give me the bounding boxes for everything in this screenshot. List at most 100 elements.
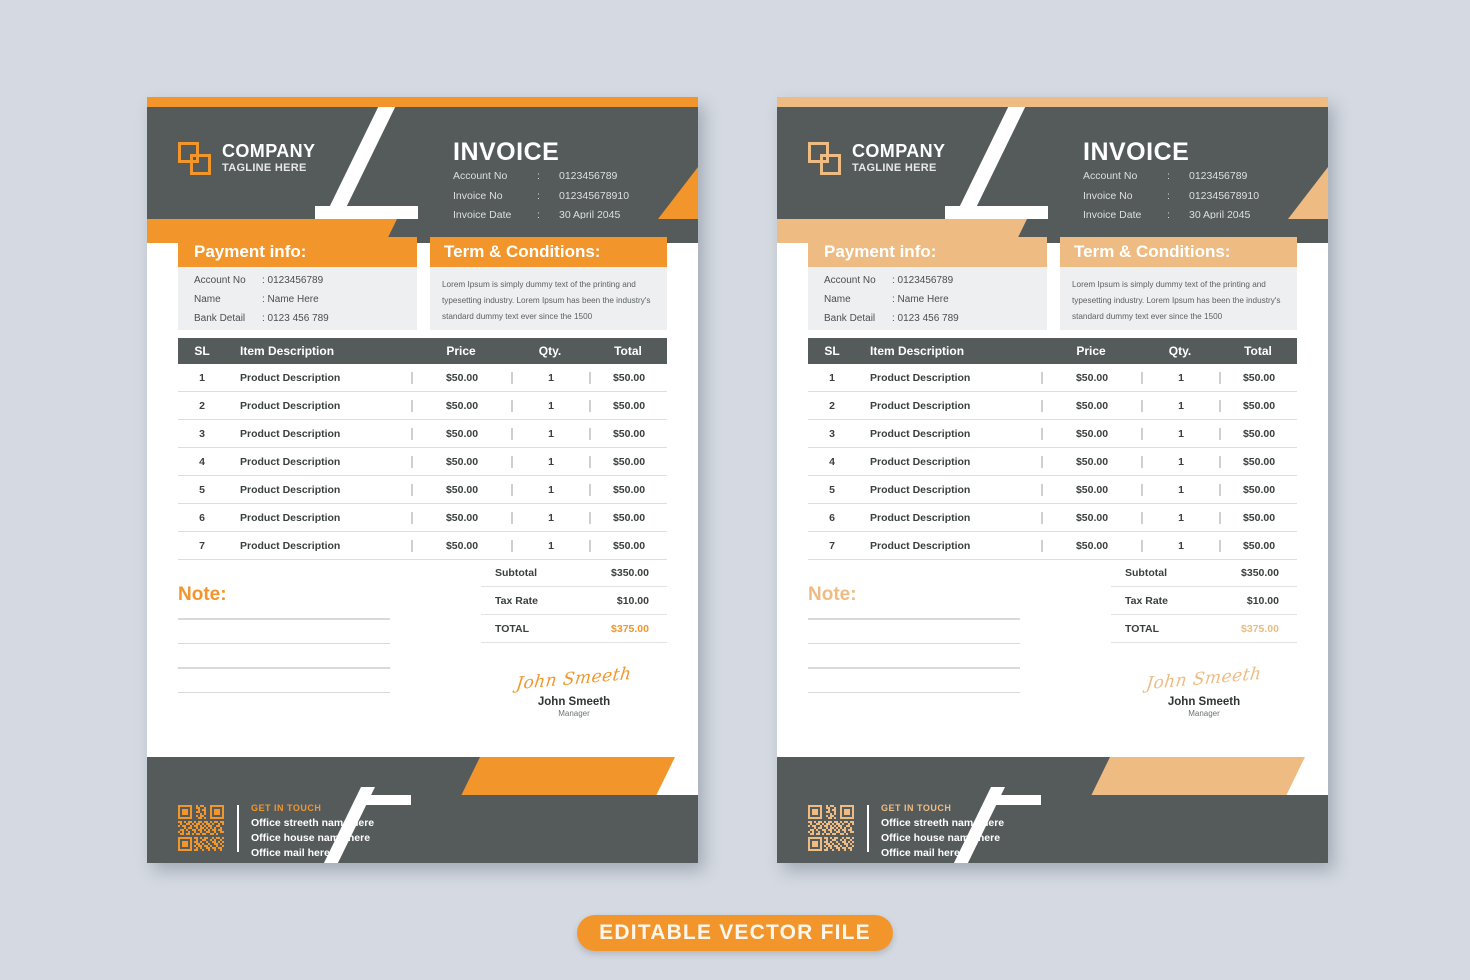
meta-key: Invoice Date (453, 209, 512, 219)
footer-address-line: Office house name here (881, 831, 1001, 844)
column-header-sl: SL (824, 344, 840, 358)
footer-address-line: Office house name here (251, 831, 371, 844)
cell-desc: Product Description (870, 511, 971, 524)
cell-desc: Product Description (240, 483, 341, 496)
page-title: INVOICE (453, 138, 560, 166)
cell-price: $50.00 (1041, 511, 1141, 524)
note-line (178, 691, 390, 693)
totals-row-grand: TOTAL $375.00 (481, 615, 667, 643)
signature-block: John Smeeth John Smeeth Manager (1111, 664, 1297, 718)
payment-key: Name (824, 294, 851, 305)
table-row: 2 Product Description $50.00 1 $50.00 (178, 392, 667, 420)
cell-sl: 7 (829, 539, 835, 552)
totals-table: Subtotal $350.00 Tax Rate $10.00 TOTAL $… (481, 559, 667, 643)
totals-value: $375.00 (611, 622, 649, 635)
invoice-footer: GET IN TOUCH Office streeth name here Of… (147, 757, 698, 863)
totals-key: Tax Rate (495, 594, 538, 607)
meta-row: Invoice Date : 30 April 2045 (453, 210, 629, 219)
payment-value: : 0123456789 (892, 275, 954, 286)
cell-sl: 1 (829, 371, 835, 384)
cell-desc: Product Description (240, 539, 341, 552)
cell-qty: 1 (511, 455, 589, 468)
meta-key: Account No (453, 170, 508, 182)
cell-qty: 1 (1141, 399, 1219, 412)
signatory-name: John Smeeth (537, 696, 611, 708)
column-header-desc: Item Description (870, 344, 965, 358)
column-header-sl: SL (194, 344, 210, 358)
table-row: 6 Product Description $50.00 1 $50.00 (178, 504, 667, 532)
cell-qty: 1 (1141, 455, 1219, 468)
qr-code-icon (808, 805, 854, 851)
cell-price: $50.00 (1041, 455, 1141, 468)
cell-desc: Product Description (870, 371, 971, 384)
footer-divider (237, 805, 239, 852)
cell-sl: 7 (199, 539, 205, 552)
totals-key: Tax Rate (1125, 594, 1168, 607)
note-line (808, 618, 1020, 620)
cell-qty: 1 (1141, 427, 1219, 440)
overlapping-squares-logo-icon (178, 142, 213, 176)
meta-value: 30 April 2045 (1189, 209, 1251, 219)
meta-value: 30 April 2045 (559, 209, 621, 219)
editable-vector-file-banner: EDITABLE VECTOR FILE (577, 915, 893, 951)
signatory-role: Manager (1188, 709, 1220, 718)
totals-key: Subtotal (495, 566, 537, 579)
payment-value: : Name Here (892, 294, 949, 305)
cell-sl: 6 (829, 511, 835, 524)
line-items-table: SL Item Description Price Qty. Total 1 P… (808, 338, 1297, 560)
cell-qty: 1 (511, 511, 589, 524)
payment-info-panel: Account No : 0123456789 Name : Name Here… (808, 267, 1047, 330)
note-line (808, 691, 1020, 693)
terms-panel: Lorem Ipsum is simply dummy text of the … (430, 267, 667, 330)
payment-key: Name (194, 294, 221, 305)
table-header-row: SL Item Description Price Qty. Total (808, 338, 1297, 364)
invoice-card-right: COMPANY TAGLINE HERE INVOICE Account No … (777, 97, 1328, 863)
footer-main-dark (777, 795, 1328, 863)
cell-desc: Product Description (870, 399, 971, 412)
cell-price: $50.00 (411, 427, 511, 440)
cell-total: $50.00 (589, 427, 667, 440)
cell-desc: Product Description (240, 371, 341, 384)
canvas: COMPANY TAGLINE HERE INVOICE Account No … (0, 0, 1470, 980)
payment-row: Bank Detail : 0123 456 789 (824, 314, 1047, 324)
payment-key: Account No (824, 275, 876, 286)
cell-desc: Product Description (240, 455, 341, 468)
payment-row: Name : Name Here (824, 295, 1047, 305)
cell-qty: 1 (511, 427, 589, 440)
note-line (178, 667, 390, 669)
footer-main-dark (147, 795, 698, 863)
footer-accent-parallelogram (1091, 757, 1305, 795)
payment-row: Bank Detail : 0123 456 789 (194, 314, 417, 324)
cell-total: $50.00 (1219, 399, 1297, 412)
invoice-meta-list: Account No : 0123456789 Invoice No : 012… (1083, 171, 1259, 219)
footer-contact-block: GET IN TOUCH Office streeth name here Of… (251, 802, 374, 861)
column-header-total: Total (614, 344, 642, 358)
signature-mark: John Smeeth (515, 663, 633, 695)
header-corner-accent (658, 167, 698, 219)
table-row: 2 Product Description $50.00 1 $50.00 (808, 392, 1297, 420)
payment-info-heading: Payment info: (178, 237, 417, 267)
totals-value: $10.00 (1246, 594, 1279, 607)
note-write-lines (178, 618, 390, 716)
payment-value: : Name Here (262, 294, 319, 305)
signatory-name: John Smeeth (1167, 696, 1241, 708)
cell-desc: Product Description (870, 539, 971, 552)
footer-address-line: Office streeth name here (251, 816, 375, 829)
meta-key: Invoice No (1083, 189, 1133, 202)
line-items-table: SL Item Description Price Qty. Total 1 P… (178, 338, 667, 560)
cell-qty: 1 (511, 399, 589, 412)
meta-value: 012345678910 (559, 189, 630, 202)
meta-separator: : (537, 170, 540, 182)
note-line (808, 642, 1020, 644)
totals-table: Subtotal $350.00 Tax Rate $10.00 TOTAL $… (1111, 559, 1297, 643)
totals-row-tax: Tax Rate $10.00 (481, 587, 667, 615)
payment-value: : 0123 456 789 (262, 313, 329, 324)
cell-sl: 2 (829, 399, 835, 412)
table-row: 3 Product Description $50.00 1 $50.00 (178, 420, 667, 448)
note-heading: Note: (808, 584, 857, 605)
meta-separator: : (1167, 209, 1170, 219)
cell-sl: 3 (199, 427, 205, 440)
invoice-footer: GET IN TOUCH Office streeth name here Of… (777, 757, 1328, 863)
column-header-qty: Qty. (1168, 344, 1192, 358)
column-header-price: Price (1076, 344, 1106, 358)
